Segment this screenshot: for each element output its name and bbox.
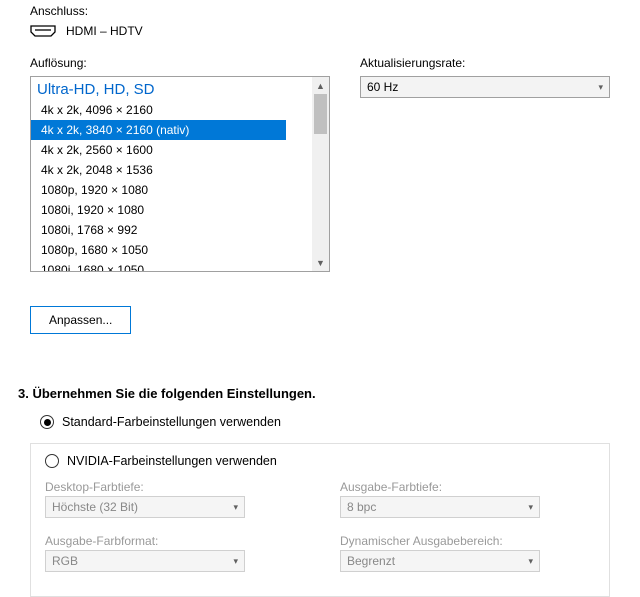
scroll-track[interactable] bbox=[312, 94, 329, 254]
radio-icon bbox=[45, 454, 59, 468]
refresh-dropdown[interactable]: 60 Hz ▾ bbox=[360, 76, 610, 98]
desktop-depth-value: Höchste (32 Bit) bbox=[52, 500, 138, 514]
output-depth-value: 8 bpc bbox=[347, 500, 376, 514]
dynamic-range-dropdown: Begrenzt ▾ bbox=[340, 550, 540, 572]
resolution-option[interactable]: 1080i, 1768 × 992 bbox=[31, 220, 312, 240]
dynamic-range-label: Dynamischer Ausgabebereich: bbox=[340, 534, 595, 548]
resolution-option[interactable]: 1080p, 1920 × 1080 bbox=[31, 180, 312, 200]
scroll-down-button[interactable]: ▼ bbox=[312, 254, 329, 271]
resolution-group-header: Ultra-HD, HD, SD bbox=[31, 79, 312, 100]
scroll-up-button[interactable]: ▲ bbox=[312, 77, 329, 94]
radio-standard-color[interactable]: Standard-Farbeinstellungen verwenden bbox=[40, 415, 640, 429]
resolution-option[interactable]: 4k x 2k, 2560 × 1600 bbox=[31, 140, 312, 160]
resolution-option[interactable]: 4k x 2k, 4096 × 2160 bbox=[31, 100, 312, 120]
output-format-value: RGB bbox=[52, 554, 78, 568]
customize-button[interactable]: Anpassen... bbox=[30, 306, 131, 334]
desktop-depth-label: Desktop-Farbtiefe: bbox=[45, 480, 300, 494]
dynamic-range-value: Begrenzt bbox=[347, 554, 395, 568]
chevron-down-icon: ▾ bbox=[233, 502, 238, 513]
output-format-label: Ausgabe-Farbformat: bbox=[45, 534, 300, 548]
output-depth-label: Ausgabe-Farbtiefe: bbox=[340, 480, 595, 494]
scrollbar[interactable]: ▲ ▼ bbox=[312, 77, 329, 271]
connection-value: HDMI – HDTV bbox=[66, 24, 143, 38]
refresh-label: Aktualisierungsrate: bbox=[360, 56, 610, 70]
radio-nvidia-label: NVIDIA-Farbeinstellungen verwenden bbox=[67, 454, 277, 468]
resolution-option[interactable]: 4k x 2k, 2048 × 1536 bbox=[31, 160, 312, 180]
chevron-down-icon: ▾ bbox=[528, 502, 533, 513]
output-format-dropdown: RGB ▾ bbox=[45, 550, 245, 572]
resolution-label: Auflösung: bbox=[30, 56, 330, 70]
resolution-option[interactable]: 4k x 2k, 3840 × 2160 (nativ) bbox=[31, 120, 286, 140]
resolution-option[interactable]: 1080i, 1680 × 1050 bbox=[31, 260, 312, 271]
chevron-down-icon: ▾ bbox=[598, 82, 603, 93]
resolution-option[interactable]: 1080i, 1920 × 1080 bbox=[31, 200, 312, 220]
step3-heading: 3. Übernehmen Sie die folgenden Einstell… bbox=[18, 386, 640, 401]
chevron-down-icon: ▾ bbox=[528, 556, 533, 567]
hdmi-icon bbox=[30, 25, 56, 37]
resolution-listbox[interactable]: Ultra-HD, HD, SD 4k x 2k, 4096 × 2160 4k… bbox=[30, 76, 330, 272]
resolution-option[interactable]: 1080p, 1680 × 1050 bbox=[31, 240, 312, 260]
chevron-down-icon: ▾ bbox=[233, 556, 238, 567]
radio-standard-label: Standard-Farbeinstellungen verwenden bbox=[62, 415, 281, 429]
radio-icon bbox=[40, 415, 54, 429]
desktop-depth-dropdown: Höchste (32 Bit) ▾ bbox=[45, 496, 245, 518]
output-depth-dropdown: 8 bpc ▾ bbox=[340, 496, 540, 518]
scroll-thumb[interactable] bbox=[314, 94, 327, 134]
refresh-value: 60 Hz bbox=[367, 80, 398, 94]
radio-nvidia-color[interactable]: NVIDIA-Farbeinstellungen verwenden bbox=[45, 454, 595, 468]
connection-label: Anschluss: bbox=[30, 4, 640, 18]
